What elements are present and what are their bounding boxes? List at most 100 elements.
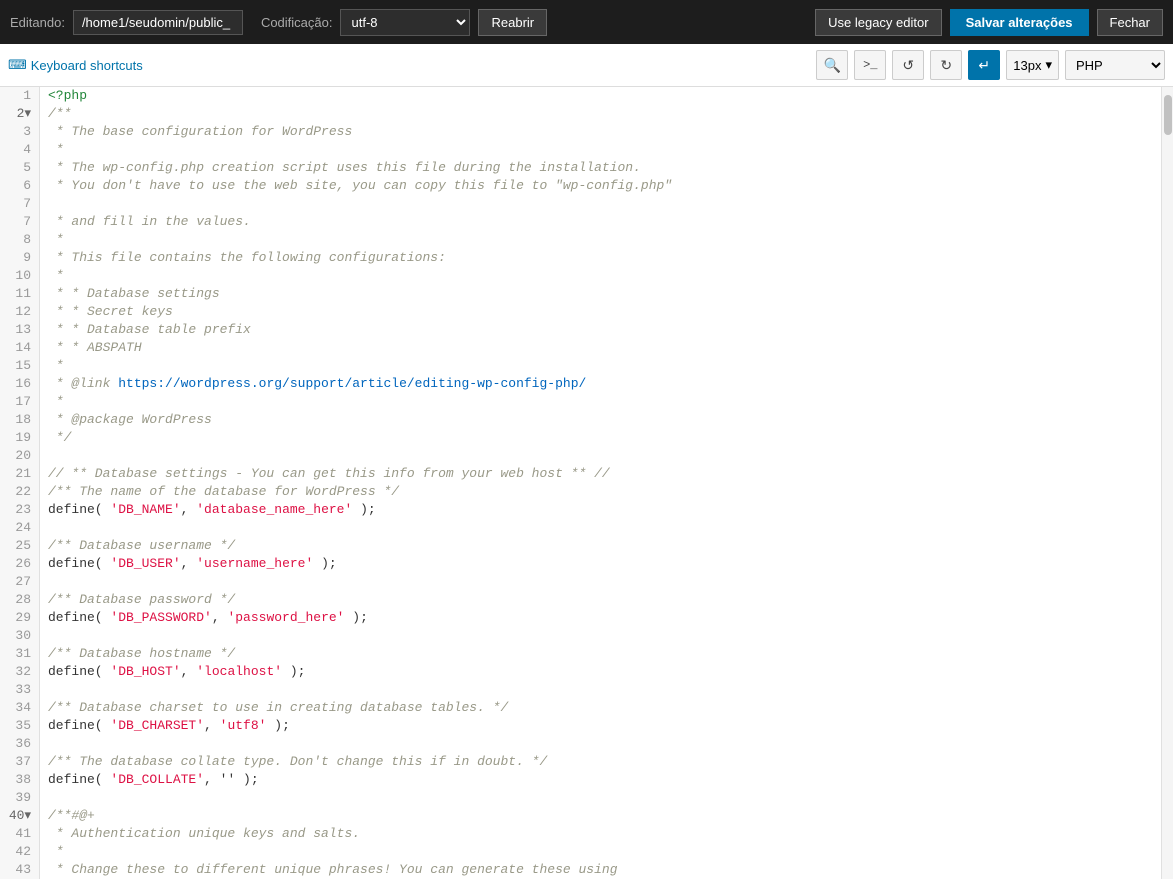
line-number: 42 [0, 843, 39, 861]
line-number: 28 [0, 591, 39, 609]
line-number: 19 [0, 429, 39, 447]
editing-label: Editando: [10, 15, 65, 30]
save-button[interactable]: Salvar alterações [950, 9, 1089, 36]
encoding-label: Codificação: [261, 15, 333, 30]
line-number: 12 [0, 303, 39, 321]
code-line: define( 'DB_COLLATE', '' ); [48, 771, 1161, 789]
code-line: */ [48, 429, 1161, 447]
line-number: 26 [0, 555, 39, 573]
line-number: 24 [0, 519, 39, 537]
line-number: 10 [0, 267, 39, 285]
reopen-button[interactable]: Reabrir [478, 9, 547, 36]
code-line: * [48, 141, 1161, 159]
line-numbers: 12▾3456778910111213141516171819202122232… [0, 87, 40, 879]
top-bar: Editando: /home1/seudomin/public_ Codifi… [0, 0, 1173, 44]
wrap-icon: ↵ [978, 57, 990, 74]
code-line: * and fill in the values. [48, 213, 1161, 231]
undo-button[interactable]: ↺ [892, 50, 924, 80]
encoding-select[interactable]: utf-8 latin-1 [340, 9, 470, 36]
scrollbar[interactable] [1161, 87, 1173, 879]
line-number: 27 [0, 573, 39, 591]
line-number: 41 [0, 825, 39, 843]
code-line: define( 'DB_USER', 'username_here' ); [48, 555, 1161, 573]
line-number: 29 [0, 609, 39, 627]
scrollbar-thumb[interactable] [1164, 95, 1172, 135]
wrap-button[interactable]: ↵ [968, 50, 1000, 80]
line-number: 7 [0, 213, 39, 231]
code-area[interactable]: <?php/** * The base configuration for Wo… [40, 87, 1161, 879]
keyboard-shortcuts-label: Keyboard shortcuts [31, 58, 143, 73]
line-number: 38 [0, 771, 39, 789]
code-line: /**#@+ [48, 807, 1161, 825]
line-number: 16 [0, 375, 39, 393]
code-line: * [48, 357, 1161, 375]
line-number: 18 [0, 411, 39, 429]
redo-button[interactable]: ↻ [930, 50, 962, 80]
code-line: * * Secret keys [48, 303, 1161, 321]
toolbar: ⌨ Keyboard shortcuts 🔍 >_ ↺ ↻ ↵ 13px ▾ P… [0, 44, 1173, 87]
code-line: <?php [48, 87, 1161, 105]
keyboard-icon: ⌨ [8, 57, 27, 73]
font-size-selector[interactable]: 13px ▾ [1006, 50, 1059, 80]
code-line: /** Database username */ [48, 537, 1161, 555]
language-select[interactable]: PHP JavaScript CSS HTML [1065, 50, 1165, 80]
line-number: 36 [0, 735, 39, 753]
line-number: 14 [0, 339, 39, 357]
line-number: 6 [0, 177, 39, 195]
code-line: * @package WordPress [48, 411, 1161, 429]
line-number: 31 [0, 645, 39, 663]
code-line: define( 'DB_HOST', 'localhost' ); [48, 663, 1161, 681]
search-button[interactable]: 🔍 [816, 50, 848, 80]
code-line: * The wp-config.php creation script uses… [48, 159, 1161, 177]
line-number: 17 [0, 393, 39, 411]
line-number: 35 [0, 717, 39, 735]
code-line: /** The database collate type. Don't cha… [48, 753, 1161, 771]
line-number: 22 [0, 483, 39, 501]
code-line [48, 447, 1161, 465]
code-line: * [48, 843, 1161, 861]
code-line: * [48, 267, 1161, 285]
code-line: /** Database password */ [48, 591, 1161, 609]
code-line [48, 627, 1161, 645]
line-number: 23 [0, 501, 39, 519]
line-number: 15 [0, 357, 39, 375]
line-number: 43 [0, 861, 39, 879]
font-size-value: 13px [1013, 58, 1041, 73]
code-line: * [48, 393, 1161, 411]
code-line [48, 519, 1161, 537]
line-number: 33 [0, 681, 39, 699]
line-number: 1 [0, 87, 39, 105]
line-number: 21 [0, 465, 39, 483]
line-number: 4 [0, 141, 39, 159]
line-number: 11 [0, 285, 39, 303]
code-line: * Authentication unique keys and salts. [48, 825, 1161, 843]
close-button[interactable]: Fechar [1097, 9, 1163, 36]
code-line: * * ABSPATH [48, 339, 1161, 357]
terminal-button[interactable]: >_ [854, 50, 886, 80]
keyboard-shortcuts-link[interactable]: ⌨ Keyboard shortcuts [8, 57, 143, 73]
code-line [48, 195, 1161, 213]
code-line: * Change these to different unique phras… [48, 861, 1161, 879]
search-icon: 🔍 [824, 57, 841, 74]
code-line: define( 'DB_NAME', 'database_name_here' … [48, 501, 1161, 519]
terminal-icon: >_ [863, 58, 877, 72]
line-number: 40▾ [0, 807, 39, 825]
code-line [48, 681, 1161, 699]
line-number: 25 [0, 537, 39, 555]
code-line: /** Database charset to use in creating … [48, 699, 1161, 717]
file-path: /home1/seudomin/public_ [73, 10, 243, 35]
line-number: 34 [0, 699, 39, 717]
redo-icon: ↻ [940, 57, 952, 74]
code-line: define( 'DB_PASSWORD', 'password_here' )… [48, 609, 1161, 627]
code-line: * You don't have to use the web site, yo… [48, 177, 1161, 195]
line-number: 3 [0, 123, 39, 141]
editor-container: 12▾3456778910111213141516171819202122232… [0, 87, 1173, 879]
code-line: * [48, 231, 1161, 249]
line-number: 2▾ [0, 105, 39, 123]
code-line: * * Database settings [48, 285, 1161, 303]
legacy-editor-button[interactable]: Use legacy editor [815, 9, 941, 36]
chevron-down-icon: ▾ [1045, 57, 1052, 73]
code-line [48, 789, 1161, 807]
code-line: * * Database table prefix [48, 321, 1161, 339]
line-number: 9 [0, 249, 39, 267]
